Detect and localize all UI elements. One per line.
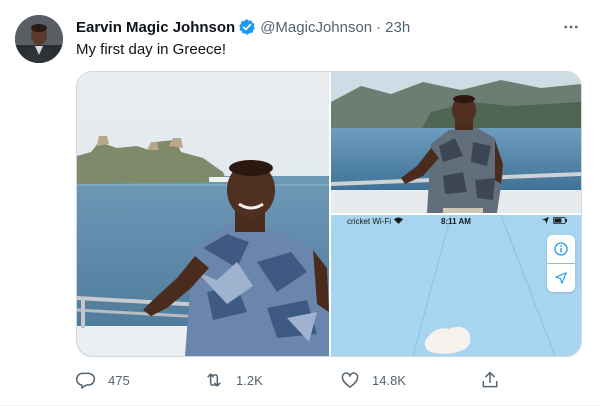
author-handle[interactable]: @MagicJohnson [260,19,372,36]
location-services-icon [542,217,549,226]
like-count: 14.8K [372,372,406,388]
heart-icon [340,370,360,390]
carrier-text: cricket Wi-Fi [347,217,391,226]
reply-icon [76,370,96,390]
photo-3-map-screenshot[interactable]: cricket Wi-Fi 8:11 AM [331,215,581,356]
verified-badge-icon [238,18,256,36]
battery-icon [553,217,567,226]
like-button[interactable]: 14.8K [340,368,406,392]
tweet-actions: 475 1.2K 14.8K [76,368,506,392]
media-grid: cricket Wi-Fi 8:11 AM [76,71,582,357]
carrier-label: cricket Wi-Fi [347,217,403,226]
separator-dot: · [376,18,382,36]
share-button[interactable] [480,368,512,392]
phone-status-bar: cricket Wi-Fi 8:11 AM [331,215,581,229]
more-options-icon[interactable] [560,16,582,38]
tweet-header: Earvin Magic Johnson @MagicJohnson · 23h [76,16,410,38]
wifi-icon [394,217,403,226]
reply-button[interactable]: 475 [76,368,130,392]
tweet-timestamp[interactable]: 23h [385,19,410,36]
retweet-icon [204,370,224,390]
share-icon [480,370,500,390]
location-arrow-icon[interactable] [547,264,575,292]
tweet-text: My first day in Greece! [76,41,227,58]
reply-count: 475 [108,372,130,388]
author-name[interactable]: Earvin Magic Johnson [76,19,235,36]
retweet-count: 1.2K [236,372,263,388]
phone-status-icons [542,217,567,226]
phone-clock: 8:11 AM [441,217,471,226]
photo-2[interactable] [331,72,581,213]
avatar-icon[interactable] [15,15,63,63]
info-icon[interactable] [547,235,575,263]
retweet-button[interactable]: 1.2K [204,368,263,392]
tweet[interactable]: Earvin Magic Johnson @MagicJohnson · 23h… [0,0,600,406]
photo-1[interactable] [77,72,329,356]
